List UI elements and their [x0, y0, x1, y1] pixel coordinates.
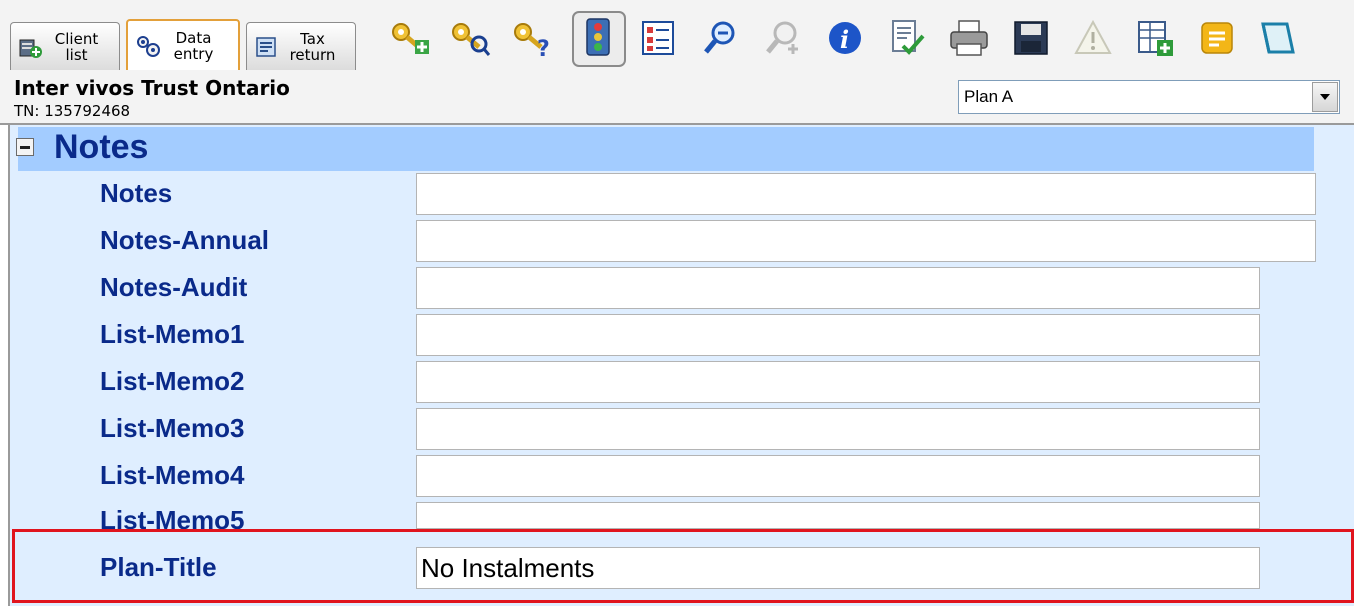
review-check-icon	[887, 18, 927, 63]
checklist-button[interactable]	[634, 14, 684, 66]
data-entry-icon	[134, 32, 162, 60]
key-search-icon	[449, 18, 493, 63]
field-label: List-Memo5	[100, 505, 245, 529]
divider	[8, 125, 10, 606]
list-memo5-field[interactable]	[416, 502, 1260, 529]
client-name: Inter vivos Trust Ontario	[14, 76, 290, 100]
field-label: List-Memo3	[100, 413, 245, 443]
info-icon: i	[825, 18, 865, 63]
tab-client-list[interactable]: Client list	[10, 22, 120, 70]
svg-text:i: i	[840, 25, 849, 54]
tab-data-entry[interactable]: Data entry	[126, 19, 240, 70]
zoom-out-icon	[701, 18, 741, 63]
tab-label: Tax return	[289, 29, 336, 64]
warning-button[interactable]	[1068, 14, 1118, 66]
exit-icon	[1257, 18, 1297, 63]
key-add-icon	[389, 18, 433, 63]
exit-button[interactable]	[1252, 14, 1302, 66]
minus-icon	[20, 145, 30, 149]
list-memo2-field[interactable]	[416, 361, 1260, 403]
key-add-button[interactable]	[386, 14, 436, 66]
memo-button[interactable]	[1192, 14, 1242, 66]
field-label: Notes-Audit	[100, 272, 248, 302]
memo-icon	[1197, 18, 1237, 63]
field-label: List-Memo4	[100, 460, 245, 490]
notes-audit-field[interactable]	[416, 267, 1260, 309]
review-check-button[interactable]	[882, 14, 932, 66]
list-memo4-field[interactable]	[416, 455, 1260, 497]
add-form-icon	[1135, 18, 1175, 63]
chevron-down-icon[interactable]	[1312, 82, 1338, 112]
collapse-section-button[interactable]	[16, 138, 34, 156]
field-label: Notes	[100, 178, 173, 208]
field-label: Plan-Title	[100, 552, 217, 582]
save-icon	[1012, 19, 1050, 62]
zoom-out-button[interactable]	[696, 14, 746, 66]
zoom-in-icon	[763, 18, 803, 63]
tab-label: Data entry	[173, 28, 214, 63]
notes-field[interactable]	[416, 173, 1316, 215]
printer-icon	[947, 18, 991, 63]
save-button[interactable]	[1006, 14, 1056, 66]
checklist-icon	[639, 18, 679, 63]
field-label: List-Memo1	[100, 319, 245, 349]
info-button[interactable]: i	[820, 14, 870, 66]
tab-label: Client list	[54, 29, 99, 64]
traffic-light-button[interactable]	[572, 11, 626, 67]
field-label: List-Memo2	[100, 366, 245, 396]
plan-selector-value: Plan A	[964, 87, 1014, 106]
list-memo1-field[interactable]	[416, 314, 1260, 356]
trust-number: TN: 135792468	[14, 102, 131, 120]
traffic-light-icon	[581, 17, 617, 62]
tab-tax-return[interactable]: Tax return	[246, 22, 356, 70]
plan-title-field[interactable]: No Instalments	[416, 547, 1260, 589]
print-button[interactable]	[944, 14, 994, 66]
section-header	[18, 127, 1314, 171]
warning-icon	[1073, 18, 1113, 63]
field-label: Notes-Annual	[100, 225, 269, 255]
section-title: Notes	[54, 128, 149, 166]
client-list-icon	[17, 33, 45, 61]
notes-annual-field[interactable]	[416, 220, 1316, 262]
key-search-button[interactable]	[446, 14, 496, 66]
plan-selector[interactable]: Plan A	[958, 80, 1340, 114]
tax-return-icon	[253, 33, 281, 61]
list-memo3-field[interactable]	[416, 408, 1260, 450]
key-help-button[interactable]: ?	[508, 14, 558, 66]
zoom-in-button[interactable]	[758, 14, 808, 66]
add-form-button[interactable]	[1130, 14, 1180, 66]
svg-text:?: ?	[537, 37, 550, 58]
key-help-icon: ?	[511, 18, 555, 63]
